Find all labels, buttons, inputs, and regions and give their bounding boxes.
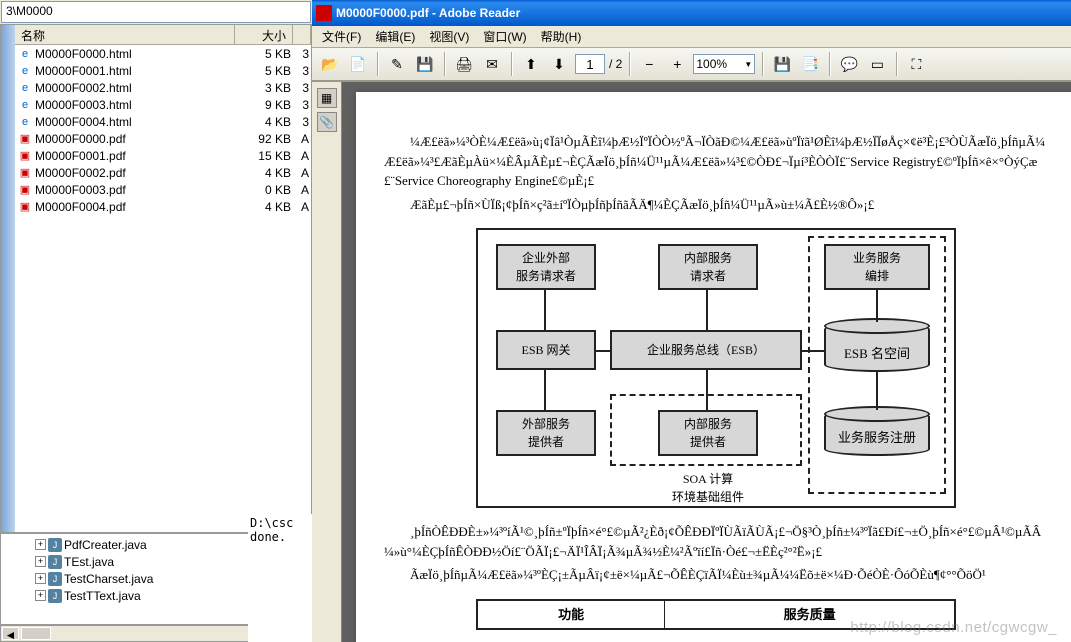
watermark: http://blog.csdn.net/cgwcgw_	[850, 619, 1057, 636]
pdf-icon: ▣	[17, 165, 33, 181]
page-total: / 2	[609, 57, 622, 71]
ie-icon: e	[17, 114, 33, 130]
next-page-icon[interactable]: ⬇	[547, 52, 571, 76]
expand-icon[interactable]: +	[35, 556, 46, 567]
menubar[interactable]: 文件(F)编辑(E)视图(V)窗口(W)帮助(H)	[312, 26, 1071, 48]
print-icon[interactable]: 🖨	[452, 52, 476, 76]
file-row[interactable]: ▣M0000F0002.pdf4 KBA	[15, 164, 311, 181]
save-2-icon[interactable]: 💾	[770, 52, 794, 76]
file-row[interactable]: eM0000F0001.html5 KB3	[15, 62, 311, 79]
ie-icon: e	[17, 80, 33, 96]
open-icon[interactable]: 📂	[318, 52, 342, 76]
path-bar[interactable]: 3\M0000	[1, 1, 311, 23]
menu-item[interactable]: 文件(F)	[316, 26, 367, 47]
menu-item[interactable]: 帮助(H)	[535, 26, 588, 47]
file-list-header[interactable]: 名称 大小	[15, 25, 311, 45]
menu-item[interactable]: 窗口(W)	[477, 26, 532, 47]
file-row[interactable]: ▣M0000F0003.pdf0 KBA	[15, 181, 311, 198]
ie-icon: e	[17, 63, 33, 79]
file-row[interactable]: eM0000F0002.html3 KB3	[15, 79, 311, 96]
zoom-out-icon[interactable]: −	[637, 52, 661, 76]
file-row[interactable]: eM0000F0003.html9 KB3	[15, 96, 311, 113]
pdf-icon: ▣	[17, 131, 33, 147]
sign-icon[interactable]: ✎	[385, 52, 409, 76]
ie-icon: e	[17, 97, 33, 113]
pdf-icon: ▣	[17, 182, 33, 198]
pdf-page: ¼Æ£ëã»¼³ÒÈ¼Æ£ëã»ù¡¢Ïâ¹ÒµÃÈî¼þÆ½ÏºÏÒÒ½ºÃ¬…	[356, 92, 1071, 642]
comment-icon[interactable]: 💬	[837, 52, 861, 76]
zoom-combo[interactable]: 100%▼	[693, 54, 755, 74]
export-icon[interactable]: 📄	[346, 52, 370, 76]
java-icon: J	[48, 555, 62, 569]
side-tabs[interactable]: ▦ 📎	[312, 82, 342, 642]
java-icon: J	[48, 589, 62, 603]
prev-page-icon[interactable]: ⬆	[519, 52, 543, 76]
attachments-icon[interactable]: 📎	[317, 112, 337, 132]
expand-icon[interactable]: +	[35, 590, 46, 601]
page-number-input[interactable]	[575, 54, 605, 74]
pdf-icon: ▣	[17, 199, 33, 215]
save-icon[interactable]: 💾	[413, 52, 437, 76]
java-icon: J	[48, 572, 62, 586]
sidebar-strip	[1, 25, 15, 532]
file-row[interactable]: eM0000F0004.html4 KB3	[15, 113, 311, 130]
fullscreen-icon[interactable]: ⛶	[904, 52, 928, 76]
expand-icon[interactable]: +	[35, 539, 46, 550]
mail-icon[interactable]: ✉	[480, 52, 504, 76]
file-row[interactable]: ▣M0000F0004.pdf4 KBA	[15, 198, 311, 215]
thumbnails-icon[interactable]: ▦	[317, 88, 337, 108]
pdf-icon: ▣	[17, 148, 33, 164]
pdf-icon	[316, 5, 332, 21]
highlight-icon[interactable]: ▭	[865, 52, 889, 76]
soa-diagram: 企业外部服务请求者 内部服务请求者 业务服务编排 ESB 网关 企业服务总线（E…	[476, 228, 956, 508]
menu-item[interactable]: 编辑(E)	[369, 26, 421, 47]
scroll-left-icon[interactable]: ◄	[2, 627, 19, 640]
toolbar[interactable]: 📂 📄 ✎ 💾 🖨 ✉ ⬆ ⬇ / 2 − + 100%▼ 💾 📑 💬 ▭ ⛶	[312, 48, 1071, 82]
file-row[interactable]: ▣M0000F0000.pdf92 KBA	[15, 130, 311, 147]
scroll-thumb[interactable]	[21, 627, 51, 640]
file-row[interactable]: eM0000F0000.html5 KB3	[15, 45, 311, 62]
java-icon: J	[48, 538, 62, 552]
console-output: D:\csc done.	[248, 514, 312, 642]
file-row[interactable]: ▣M0000F0001.pdf15 KBA	[15, 147, 311, 164]
expand-icon[interactable]: +	[35, 573, 46, 584]
menu-item[interactable]: 视图(V)	[423, 26, 475, 47]
adobe-reader-window: M0000F0000.pdf - Adobe Reader 文件(F)编辑(E)…	[312, 0, 1071, 642]
ie-icon: e	[17, 46, 33, 62]
titlebar[interactable]: M0000F0000.pdf - Adobe Reader	[312, 0, 1071, 26]
file-list: 名称 大小 eM0000F0000.html5 KB3eM0000F0001.h…	[0, 24, 312, 533]
zoom-in-icon[interactable]: +	[665, 52, 689, 76]
convert-icon[interactable]: 📑	[798, 52, 822, 76]
